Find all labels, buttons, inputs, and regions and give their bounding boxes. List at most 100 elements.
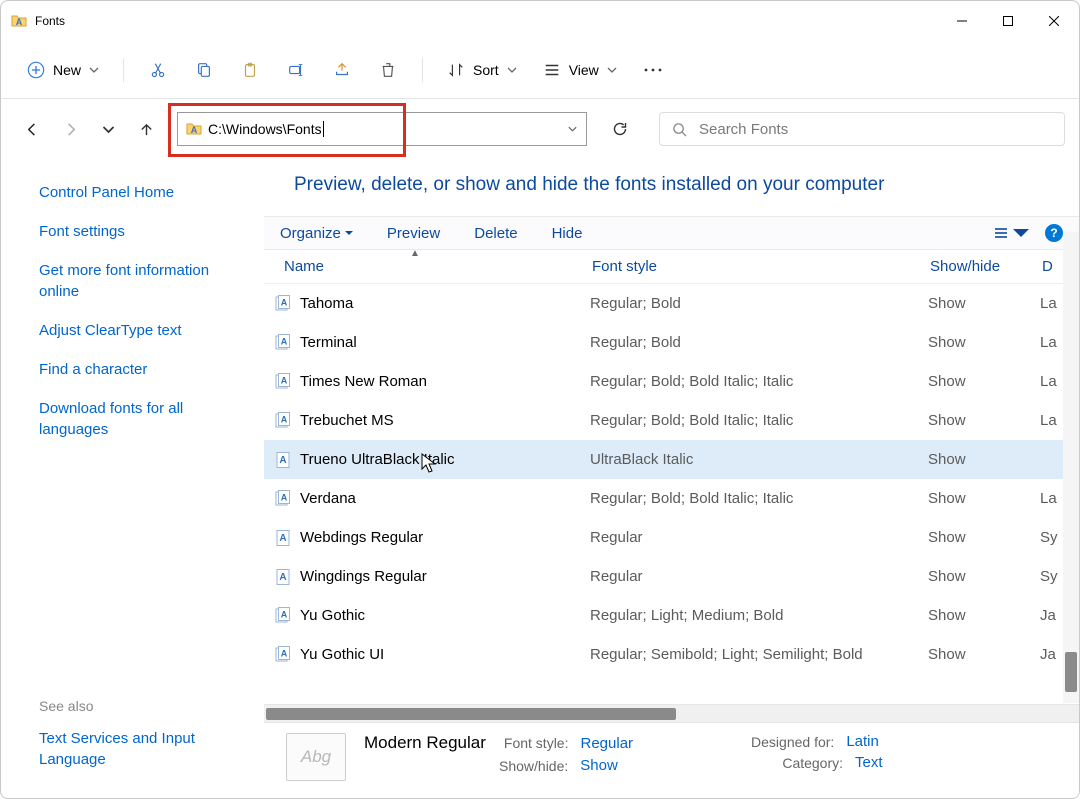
font-style: Regular; Bold; Bold Italic; Italic bbox=[590, 412, 928, 429]
copy-button[interactable] bbox=[184, 52, 224, 88]
address-path: C:\Windows\Fonts bbox=[208, 121, 324, 137]
refresh-button[interactable] bbox=[603, 112, 637, 146]
font-showhide: Show bbox=[928, 529, 1040, 546]
content-area: Control Panel Home Font settings Get mor… bbox=[1, 159, 1079, 798]
font-name: Verdana bbox=[300, 490, 590, 507]
help-button[interactable]: ? bbox=[1045, 224, 1063, 242]
sidebar-link[interactable]: Font settings bbox=[39, 221, 253, 242]
font-showhide: Show bbox=[928, 412, 1040, 429]
search-input[interactable]: Search Fonts bbox=[659, 112, 1065, 146]
vertical-scrollbar[interactable] bbox=[1063, 232, 1079, 703]
back-button[interactable] bbox=[15, 112, 49, 146]
sidebar-link[interactable]: Control Panel Home bbox=[39, 182, 253, 203]
new-button[interactable]: New bbox=[17, 55, 109, 85]
font-row[interactable]: ATerminalRegular; BoldShowLa bbox=[264, 323, 1079, 362]
font-style: Regular; Bold bbox=[590, 295, 928, 312]
delete-button[interactable] bbox=[368, 52, 408, 88]
font-row[interactable]: AYu GothicRegular; Light; Medium; BoldSh… bbox=[264, 596, 1079, 635]
sort-indicator-icon: ▲ bbox=[410, 248, 420, 259]
details-value[interactable]: Text bbox=[855, 754, 883, 771]
details-value[interactable]: Regular bbox=[581, 735, 634, 752]
sidebar-link[interactable]: Download fonts for all languages bbox=[39, 398, 253, 440]
font-style: Regular bbox=[590, 529, 928, 546]
column-fontstyle[interactable]: Font style bbox=[592, 258, 930, 275]
details-value[interactable]: Latin bbox=[846, 733, 879, 750]
view-dropdown[interactable]: View bbox=[533, 55, 627, 85]
sort-label: Sort bbox=[473, 62, 499, 78]
scrollbar-thumb[interactable] bbox=[266, 708, 676, 720]
recent-dropdown[interactable] bbox=[91, 112, 125, 146]
svg-text:A: A bbox=[191, 125, 198, 135]
sidebar-link[interactable]: Text Services and Input Language bbox=[39, 728, 253, 770]
font-row[interactable]: AWebdings RegularRegularShowSy bbox=[264, 518, 1079, 557]
svg-text:A: A bbox=[279, 533, 286, 544]
font-row[interactable]: ATimes New RomanRegular; Bold; Bold Ital… bbox=[264, 362, 1079, 401]
share-button[interactable] bbox=[322, 52, 362, 88]
font-style: Regular; Light; Medium; Bold bbox=[590, 607, 928, 624]
sidebar-link[interactable]: Get more font information online bbox=[39, 260, 253, 302]
font-row[interactable]: ATrebuchet MSRegular; Bold; Bold Italic;… bbox=[264, 401, 1079, 440]
font-row[interactable]: ATahomaRegular; BoldShowLa bbox=[264, 284, 1079, 323]
font-style: Regular; Bold; Bold Italic; Italic bbox=[590, 373, 928, 390]
preview-button[interactable]: Preview bbox=[387, 225, 440, 242]
font-name: Terminal bbox=[300, 334, 590, 351]
details-value[interactable]: Show bbox=[580, 757, 618, 774]
titlebar: A Fonts bbox=[1, 1, 1079, 41]
svg-text:A: A bbox=[279, 455, 286, 466]
svg-text:A: A bbox=[279, 572, 286, 583]
font-showhide: Show bbox=[928, 646, 1040, 663]
font-style: Regular; Bold bbox=[590, 334, 928, 351]
hide-font-button[interactable]: Hide bbox=[552, 225, 583, 242]
font-row[interactable]: AWingdings RegularRegularShowSy bbox=[264, 557, 1079, 596]
close-button[interactable] bbox=[1031, 5, 1077, 37]
sidebar-link[interactable]: Find a character bbox=[39, 359, 253, 380]
maximize-button[interactable] bbox=[985, 5, 1031, 37]
details-label: Font style: bbox=[504, 735, 569, 751]
separator bbox=[422, 58, 423, 82]
font-file-icon: A bbox=[274, 295, 292, 313]
address-bar[interactable]: A C:\Windows\Fonts bbox=[177, 112, 587, 146]
more-button[interactable] bbox=[633, 52, 673, 88]
font-list[interactable]: ATahomaRegular; BoldShowLaATerminalRegul… bbox=[264, 284, 1079, 704]
view-label: View bbox=[569, 62, 599, 78]
sidebar-link[interactable]: Adjust ClearType text bbox=[39, 320, 253, 341]
chevron-down-icon bbox=[607, 65, 617, 75]
details-label: Designed for: bbox=[751, 734, 834, 750]
column-showhide[interactable]: Show/hide bbox=[930, 258, 1042, 275]
forward-button[interactable] bbox=[53, 112, 87, 146]
rename-button[interactable] bbox=[276, 52, 316, 88]
font-row[interactable]: AVerdanaRegular; Bold; Bold Italic; Ital… bbox=[264, 479, 1079, 518]
svg-text:A: A bbox=[281, 297, 288, 307]
font-row[interactable]: AYu Gothic UIRegular; Semibold; Light; S… bbox=[264, 635, 1079, 674]
list-toolbar: Organize Preview Delete Hide ? bbox=[264, 216, 1079, 250]
organize-dropdown[interactable]: Organize bbox=[280, 225, 353, 242]
font-name: Tahoma bbox=[300, 295, 590, 312]
font-row[interactable]: ATrueno UltraBlack ItalicUltraBlack Ital… bbox=[264, 440, 1079, 479]
font-showhide: Show bbox=[928, 451, 1040, 468]
font-name: Yu Gothic UI bbox=[300, 646, 590, 663]
scrollbar-thumb[interactable] bbox=[1065, 652, 1077, 692]
font-file-icon: A bbox=[274, 373, 292, 391]
svg-text:A: A bbox=[281, 609, 288, 619]
horizontal-scrollbar[interactable] bbox=[264, 704, 1079, 722]
search-placeholder: Search Fonts bbox=[699, 121, 788, 138]
svg-text:A: A bbox=[281, 336, 288, 346]
font-showhide: Show bbox=[928, 373, 1040, 390]
page-heading: Preview, delete, or show and hide the fo… bbox=[264, 160, 1079, 216]
organize-label: Organize bbox=[280, 225, 341, 242]
font-file-icon: A bbox=[274, 490, 292, 508]
up-button[interactable] bbox=[129, 112, 163, 146]
paste-button[interactable] bbox=[230, 52, 270, 88]
details-pane: Abg Modern Regular Font style: Regular S… bbox=[264, 722, 1079, 798]
delete-font-button[interactable]: Delete bbox=[474, 225, 517, 242]
sort-dropdown[interactable]: Sort bbox=[437, 55, 527, 85]
fonts-folder-icon: A bbox=[186, 121, 202, 137]
font-showhide: Show bbox=[928, 490, 1040, 507]
column-name[interactable]: Name bbox=[284, 258, 592, 275]
cut-button[interactable] bbox=[138, 52, 178, 88]
change-view-dropdown[interactable] bbox=[993, 225, 1029, 241]
main-pane: Preview, delete, or show and hide the fo… bbox=[263, 160, 1079, 798]
font-style: Regular bbox=[590, 568, 928, 585]
chevron-down-icon[interactable] bbox=[567, 124, 578, 135]
minimize-button[interactable] bbox=[939, 5, 985, 37]
